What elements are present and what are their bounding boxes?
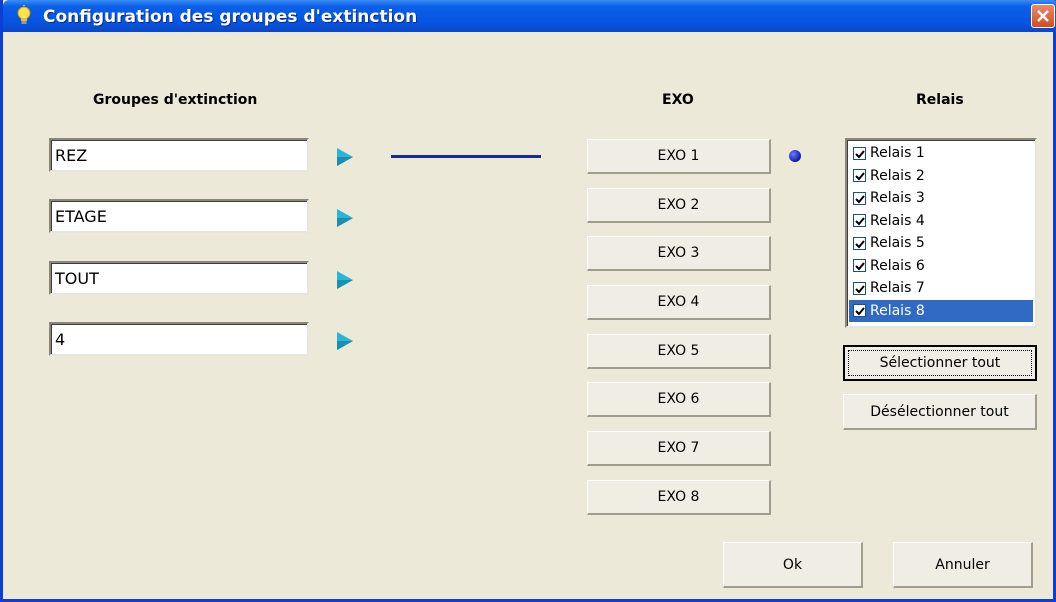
relay-label: Relais 3 <box>870 190 925 207</box>
check-icon <box>855 195 865 204</box>
dialog-window: Configuration des groupes d'extinction G… <box>0 0 1056 602</box>
relay-item[interactable]: Relais 5 <box>849 232 1033 255</box>
select-all-label: Sélectionner tout <box>879 355 1001 371</box>
relay-item[interactable]: Relais 7 <box>849 277 1033 300</box>
close-button[interactable] <box>1031 4 1055 28</box>
checkbox[interactable] <box>853 304 866 318</box>
checkbox[interactable] <box>853 259 866 273</box>
select-all-button[interactable]: Sélectionner tout <box>843 345 1037 381</box>
group-name-input[interactable] <box>49 199 309 233</box>
groups-header: Groupes d'extinction <box>93 92 258 108</box>
check-icon <box>855 172 865 181</box>
exo-button[interactable]: EXO 4 <box>587 285 771 320</box>
ok-button[interactable]: Ok <box>723 542 863 588</box>
check-icon <box>855 285 865 294</box>
arrow-right-icon[interactable] <box>335 146 355 168</box>
check-icon <box>855 307 865 316</box>
exo-button[interactable]: EXO 5 <box>587 334 771 369</box>
exo-button[interactable]: EXO 6 <box>587 382 771 417</box>
title-bar[interactable]: Configuration des groupes d'extinction <box>3 0 1056 32</box>
relays-listbox[interactable]: Relais 1 Relais 2 Relais 3 Relais 4 Rela… <box>845 138 1037 328</box>
relays-header: Relais <box>916 92 964 108</box>
deselect-all-button[interactable]: Désélectionner tout <box>843 394 1037 430</box>
link-line <box>391 155 541 158</box>
check-icon <box>855 262 865 271</box>
checkbox[interactable] <box>853 146 866 160</box>
cancel-button[interactable]: Annuler <box>893 542 1033 588</box>
relay-label: Relais 4 <box>870 212 925 229</box>
checkbox[interactable] <box>853 169 866 183</box>
group-name-input[interactable] <box>49 322 309 356</box>
relay-label: Relais 6 <box>870 257 925 274</box>
arrow-right-icon[interactable] <box>335 269 355 291</box>
relay-item[interactable]: Relais 6 <box>849 255 1033 278</box>
checkbox[interactable] <box>853 236 866 250</box>
relay-item[interactable]: Relais 1 <box>849 142 1033 165</box>
arrow-right-icon[interactable] <box>335 330 355 352</box>
relay-label: Relais 2 <box>870 167 925 184</box>
relay-label: Relais 5 <box>870 235 925 252</box>
relay-item[interactable]: Relais 2 <box>849 165 1033 188</box>
check-icon <box>855 240 865 249</box>
group-name-input[interactable] <box>49 138 309 172</box>
relay-item[interactable]: Relais 3 <box>849 187 1033 210</box>
exo-button[interactable]: EXO 8 <box>587 480 771 515</box>
relay-item[interactable]: Relais 4 <box>849 210 1033 233</box>
window-title: Configuration des groupes d'extinction <box>43 7 418 27</box>
exo-button[interactable]: EXO 3 <box>587 236 771 271</box>
check-icon <box>855 217 865 226</box>
check-icon <box>855 150 865 159</box>
arrow-right-icon[interactable] <box>335 207 355 229</box>
close-icon <box>1037 10 1049 22</box>
exo-button[interactable]: EXO 2 <box>587 188 771 223</box>
exo-header: EXO <box>662 92 694 108</box>
relay-label: Relais 1 <box>870 145 925 162</box>
group-name-input[interactable] <box>49 261 309 295</box>
relay-label: Relais 8 <box>870 302 925 319</box>
lightbulb-icon <box>13 5 35 27</box>
checkbox[interactable] <box>853 281 866 295</box>
checkbox[interactable] <box>853 191 866 205</box>
exo-button[interactable]: EXO 7 <box>587 431 771 466</box>
checkbox[interactable] <box>853 214 866 228</box>
indicator-dot-icon <box>789 150 801 162</box>
relay-label: Relais 7 <box>870 280 925 297</box>
exo-button[interactable]: EXO 1 <box>587 139 771 174</box>
relay-item[interactable]: Relais 8 <box>849 299 1033 322</box>
